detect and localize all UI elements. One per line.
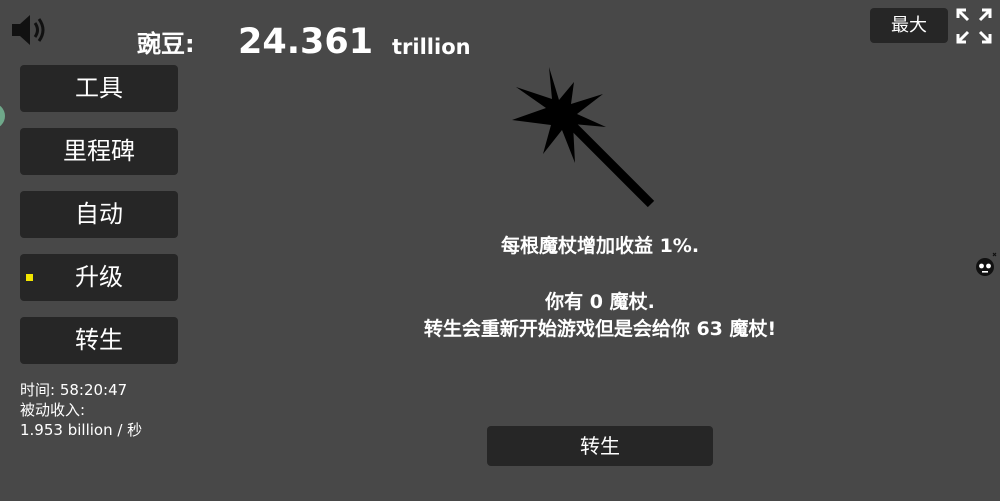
- speaker-icon[interactable]: [8, 10, 52, 50]
- magic-wand-icon: [505, 62, 665, 212]
- menu-prestige-button[interactable]: 转生: [20, 317, 178, 364]
- currency-label: 豌豆:: [137, 30, 195, 58]
- stats-panel: 时间: 58:20:47 被动收入: 1.953 billion / 秒: [20, 380, 142, 440]
- time-played: 时间: 58:20:47: [20, 381, 128, 399]
- menu-milestones-label: 里程碑: [63, 137, 135, 165]
- max-button[interactable]: 最大: [870, 8, 948, 43]
- menu-prestige-label: 转生: [75, 326, 123, 354]
- passive-income-label: 被动收入:: [20, 401, 86, 419]
- menu-upgrade-label: 升级: [75, 263, 123, 291]
- currency-unit: trillion: [392, 35, 471, 59]
- bot-icon[interactable]: [975, 251, 997, 277]
- notification-dot: [26, 274, 33, 281]
- currency-value: 24.361: [238, 22, 374, 62]
- menu-tools-label: 工具: [75, 74, 123, 102]
- fullscreen-icon[interactable]: [955, 7, 993, 45]
- prestige-reward-text: 转生会重新开始游戏但是会给你 63 魔杖!: [423, 318, 777, 340]
- wand-bonus-text: 每根魔杖增加收益 1%.: [500, 235, 700, 257]
- menu-auto-button[interactable]: 自动: [20, 191, 178, 238]
- menu-upgrade-button[interactable]: 升级: [20, 254, 178, 301]
- wand-count-text: 你有 0 魔杖.: [545, 291, 655, 313]
- menu-auto-label: 自动: [75, 200, 123, 228]
- menu-milestones-button[interactable]: 里程碑: [20, 128, 178, 175]
- passive-income-value: 1.953 billion / 秒: [20, 421, 143, 439]
- side-tab-icon: [0, 103, 5, 129]
- menu-tools-button[interactable]: 工具: [20, 65, 178, 112]
- prestige-button[interactable]: 转生: [487, 426, 713, 466]
